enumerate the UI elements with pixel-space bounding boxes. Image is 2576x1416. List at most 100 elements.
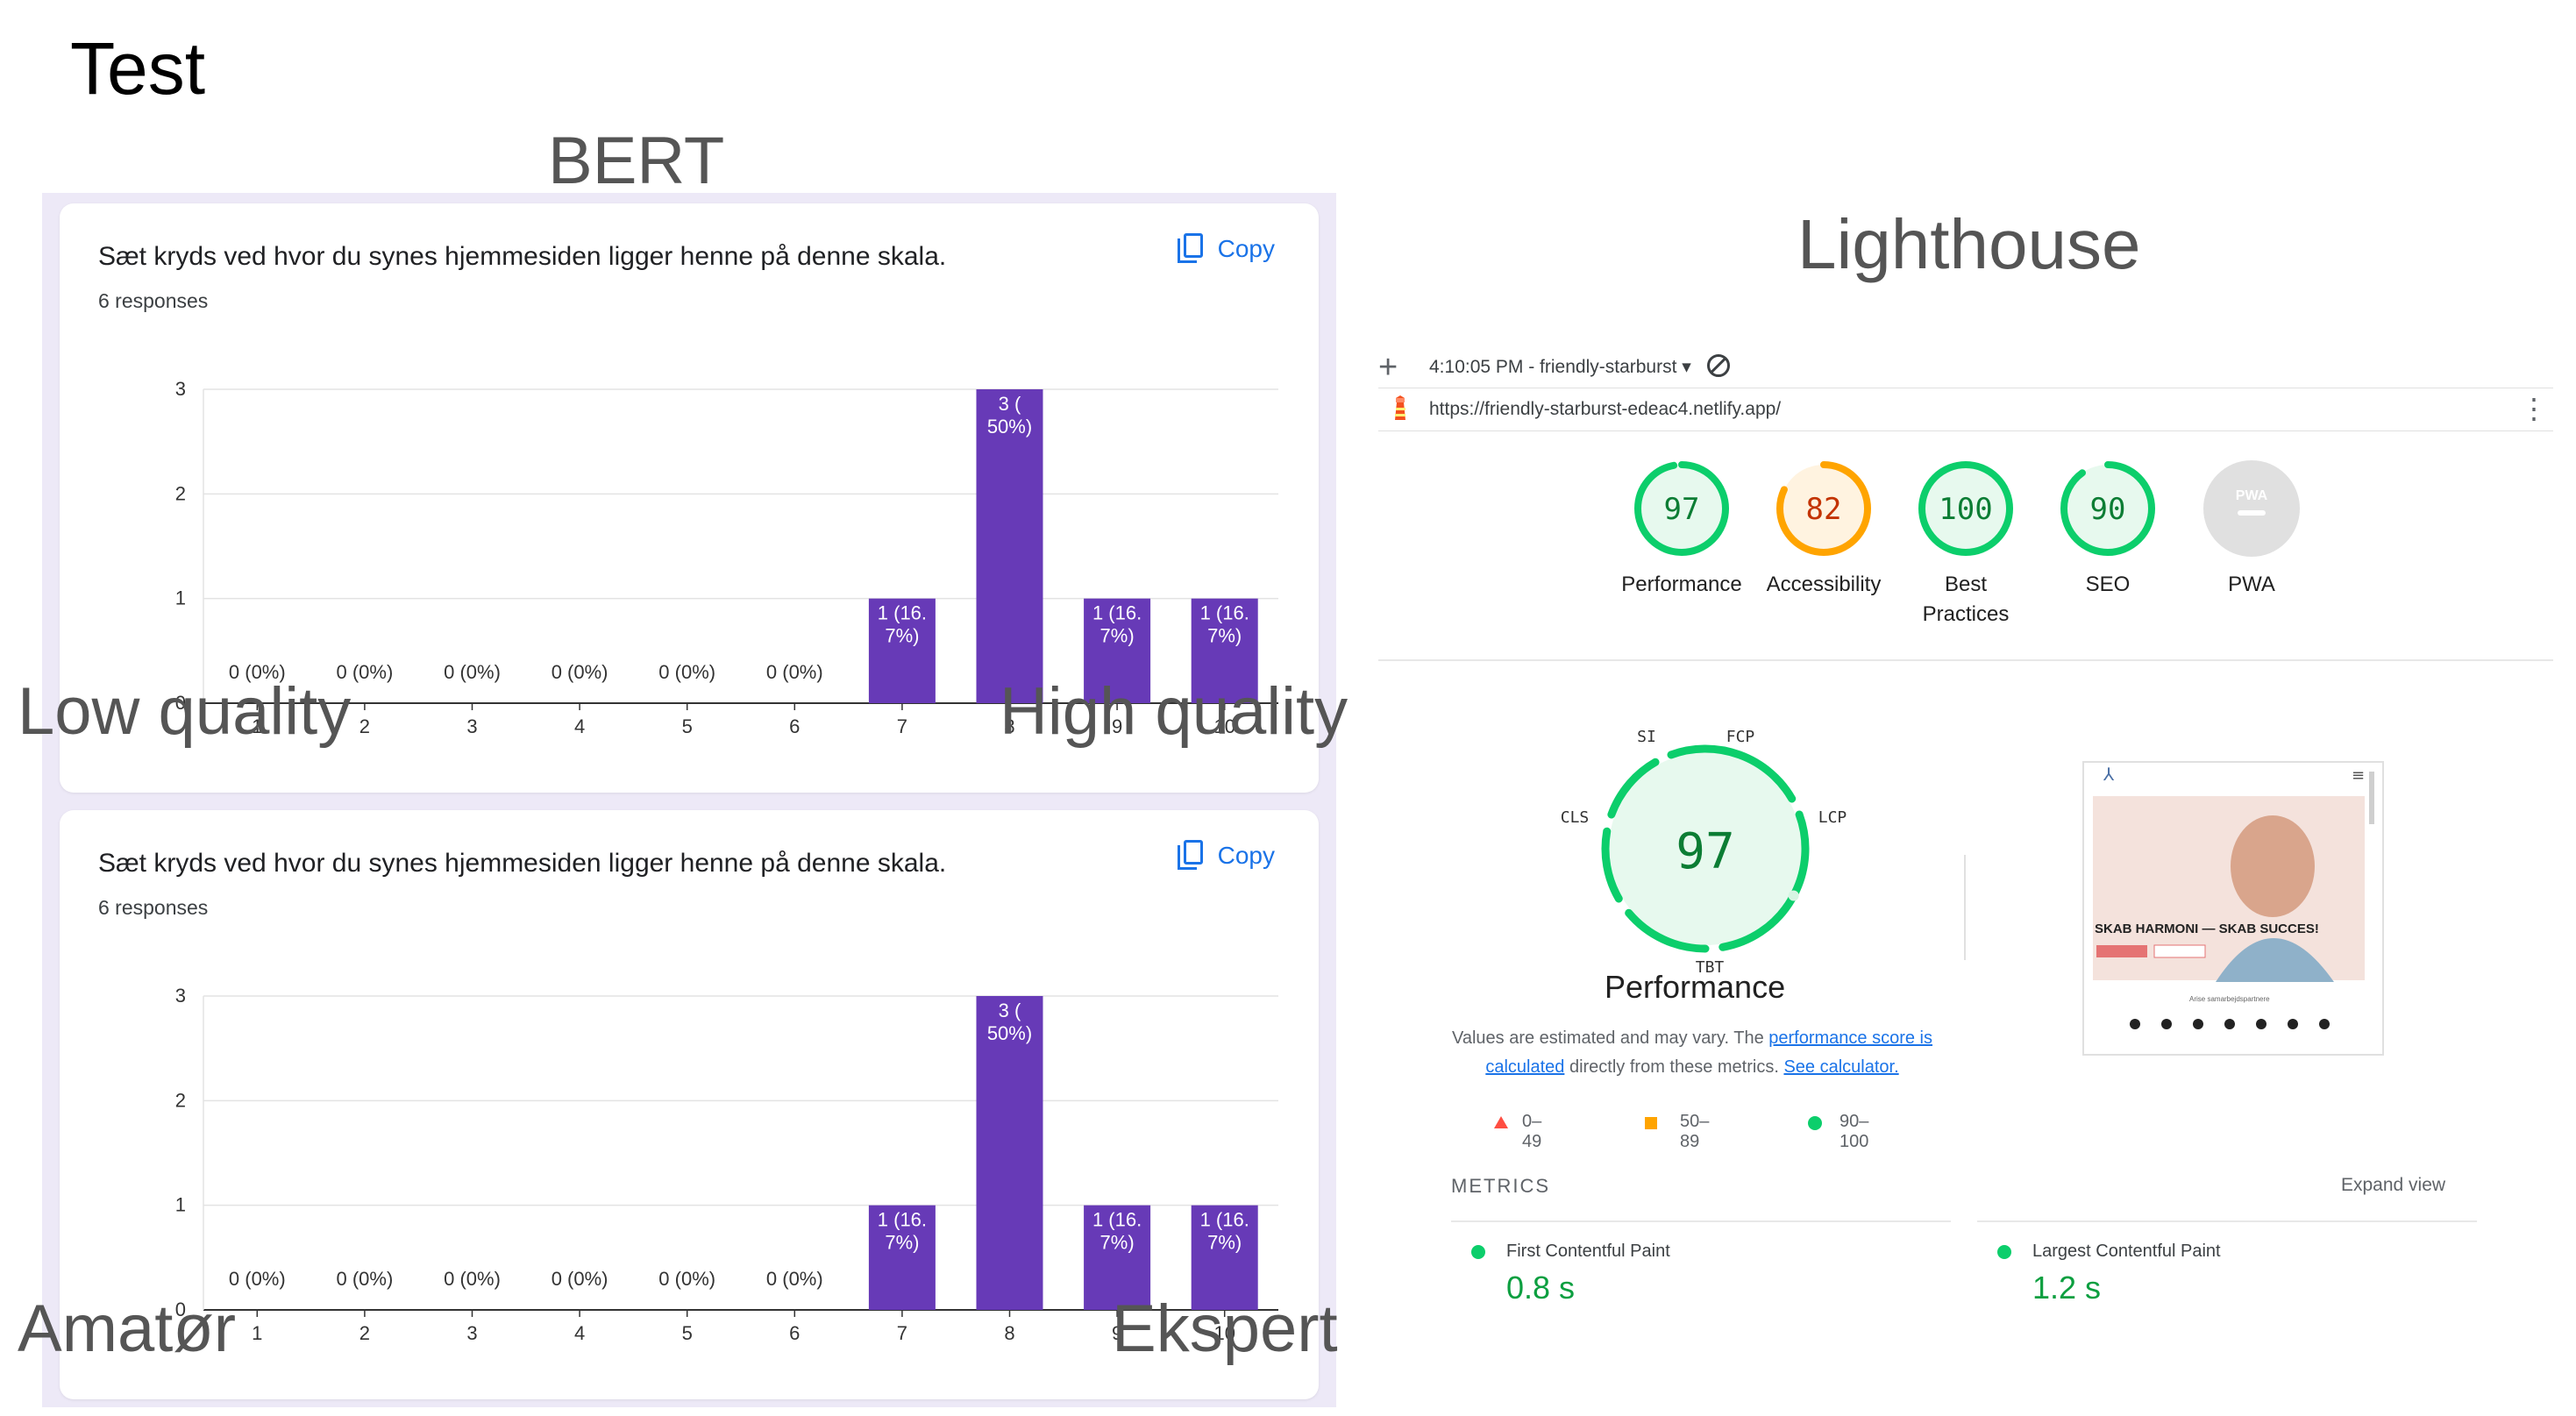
- screenshot-image: ⅄ ≡ SKAB HARMONI — SKAB SUCCES! Arise sa…: [2084, 763, 2382, 1054]
- score-gauge-seo[interactable]: 90: [2060, 461, 2155, 556]
- lighthouse-url-bar: https://friendly-starburst-edeac4.netlif…: [1378, 388, 2553, 431]
- lighthouse-toolbar: + 4:10:05 PM - friendly-starburst ▾: [1378, 349, 2518, 387]
- data-label: 7%): [885, 625, 919, 647]
- data-label: 0 (0%): [658, 661, 715, 683]
- data-label: 7%): [885, 1232, 919, 1254]
- x-tick-label: 5: [682, 715, 693, 737]
- clear-icon[interactable]: [1707, 354, 1730, 377]
- gauge-score: 97: [1664, 492, 1700, 527]
- scale-high-label: High quality: [1000, 674, 1348, 749]
- metric-value: 1.2 s: [2032, 1270, 2102, 1306]
- pwa-badge-text: PWA: [2236, 488, 2268, 503]
- metric-divider: [1451, 1220, 1951, 1222]
- vertical-divider: [1964, 855, 1966, 960]
- metric-divider: [1977, 1220, 2477, 1222]
- legend-range: 50–89: [1680, 1112, 1710, 1151]
- x-tick-label: 2: [359, 715, 370, 737]
- x-tick-label: 2: [359, 1322, 370, 1344]
- svg-text:⅄: ⅄: [2103, 764, 2115, 785]
- data-label: 0 (0%): [337, 1268, 394, 1290]
- data-label: 7%): [1100, 1232, 1135, 1254]
- score-gauge-performance[interactable]: 97: [1634, 461, 1729, 556]
- svg-text:SKAB HARMONI — SKAB SUCCES!: SKAB HARMONI — SKAB SUCCES!: [2095, 921, 2319, 936]
- data-label: 0 (0%): [766, 1268, 823, 1290]
- report-url[interactable]: https://friendly-starburst-edeac4.netlif…: [1429, 399, 1781, 420]
- fail-triangle-icon: [1494, 1116, 1508, 1128]
- data-label: 3 (: [999, 393, 1021, 415]
- fcp-label: FCP: [1726, 728, 1755, 746]
- pass-dot-icon: [1997, 1245, 2011, 1259]
- legend-shapes: [1494, 1116, 1822, 1130]
- report-run-select[interactable]: 4:10:05 PM - friendly-starburst ▾: [1429, 356, 1691, 378]
- score-gauge-best-practices[interactable]: 100: [1918, 461, 2013, 556]
- x-tick-label: 6: [789, 1322, 800, 1344]
- x-tick-label: 4: [574, 715, 585, 737]
- data-label: 50%): [987, 1022, 1032, 1044]
- x-tick-label: 5: [682, 1322, 693, 1344]
- x-tick-label: 3: [466, 715, 477, 737]
- data-label: 0 (0%): [444, 661, 501, 683]
- score-gauge-accessibility[interactable]: 82: [1776, 461, 1871, 556]
- gauge-label: Performance: [1621, 573, 1742, 596]
- data-label: 50%): [987, 416, 1032, 438]
- cls-label: CLS: [1561, 808, 1590, 827]
- x-tick-label: 6: [789, 715, 800, 737]
- gauge-score: 90: [2090, 492, 2126, 527]
- pass-circle-icon: [1808, 1116, 1822, 1130]
- x-tick-label: 4: [574, 1322, 585, 1344]
- page-screenshot-thumbnail: ⅄ ≡ SKAB HARMONI — SKAB SUCCES! Arise sa…: [2082, 761, 2384, 1056]
- more-options-icon[interactable]: ⋮: [2520, 395, 2548, 423]
- divider: [1378, 659, 2553, 661]
- legend-range: 0–49: [1522, 1112, 1542, 1151]
- data-label: 7%): [1207, 625, 1242, 647]
- gauge-score: 100: [1939, 492, 1992, 527]
- gauge-label: Best Practices: [1922, 573, 2010, 626]
- metric-name: First Contentful Paint: [1506, 1242, 1670, 1261]
- data-label: 1 (16.: [1092, 1209, 1142, 1231]
- data-label: 7%): [1207, 1232, 1242, 1254]
- data-label: 0 (0%): [551, 661, 608, 683]
- lighthouse-title: Lighthouse: [1797, 205, 2141, 283]
- scale-low-label: Amatør: [18, 1291, 237, 1366]
- x-tick-label: 1: [252, 1322, 262, 1344]
- see-calculator-link[interactable]: See calculator.: [1783, 1057, 1898, 1077]
- pass-dot-icon: [1471, 1245, 1485, 1259]
- x-tick-label: 3: [466, 1322, 477, 1344]
- new-report-button[interactable]: +: [1378, 349, 1398, 387]
- pwa-dash: [2238, 510, 2266, 516]
- gauge-label: SEO: [2085, 573, 2131, 596]
- data-label: 0 (0%): [229, 1268, 286, 1290]
- gauge-score: 82: [1806, 492, 1842, 527]
- slide-title: Test: [70, 27, 206, 110]
- y-tick-label: 2: [175, 1089, 186, 1111]
- performance-gauge: 97SI FCPLCPTBTCLS: [1561, 728, 1847, 977]
- lighthouse-icon: [1395, 395, 1405, 420]
- legend-range: 90–100: [1839, 1112, 1869, 1151]
- x-tick-label: 7: [897, 1322, 907, 1344]
- svg-text:Arise samarbejdspartnere: Arise samarbejdspartnere: [2189, 995, 2270, 1003]
- data-label: 1 (16.: [878, 1209, 927, 1231]
- expand-view-toggle[interactable]: Expand view: [2341, 1175, 2445, 1196]
- performance-score: 97: [1676, 823, 1734, 880]
- metric-name: Largest Contentful Paint: [2032, 1242, 2221, 1261]
- performance-note: Values are estimated and may vary. The p…: [1451, 1028, 1933, 1077]
- performance-title: Performance: [1605, 969, 1786, 1005]
- x-tick-label: 7: [897, 715, 907, 737]
- score-gauge-pwa[interactable]: PWA: [2203, 460, 2300, 557]
- gauge-label: PWA: [2228, 573, 2275, 596]
- data-label: 0 (0%): [551, 1268, 608, 1290]
- y-tick-label: 1: [175, 587, 186, 609]
- data-label: 0 (0%): [444, 1268, 501, 1290]
- scale-high-label: Ekspert: [1112, 1291, 1338, 1366]
- scale-low-label: Low quality: [18, 674, 352, 749]
- average-square-icon: [1645, 1117, 1657, 1129]
- data-label: 1 (16.: [1200, 602, 1249, 624]
- data-label: 0 (0%): [658, 1268, 715, 1290]
- y-tick-label: 3: [175, 378, 186, 400]
- data-label: 1 (16.: [1092, 602, 1142, 624]
- svg-text:≡: ≡: [2352, 766, 2365, 785]
- pwa-badge: [2203, 460, 2300, 557]
- data-label: 1 (16.: [1200, 1209, 1249, 1231]
- gauge-marker: [1788, 890, 1799, 901]
- lcp-label: LCP: [1818, 808, 1847, 827]
